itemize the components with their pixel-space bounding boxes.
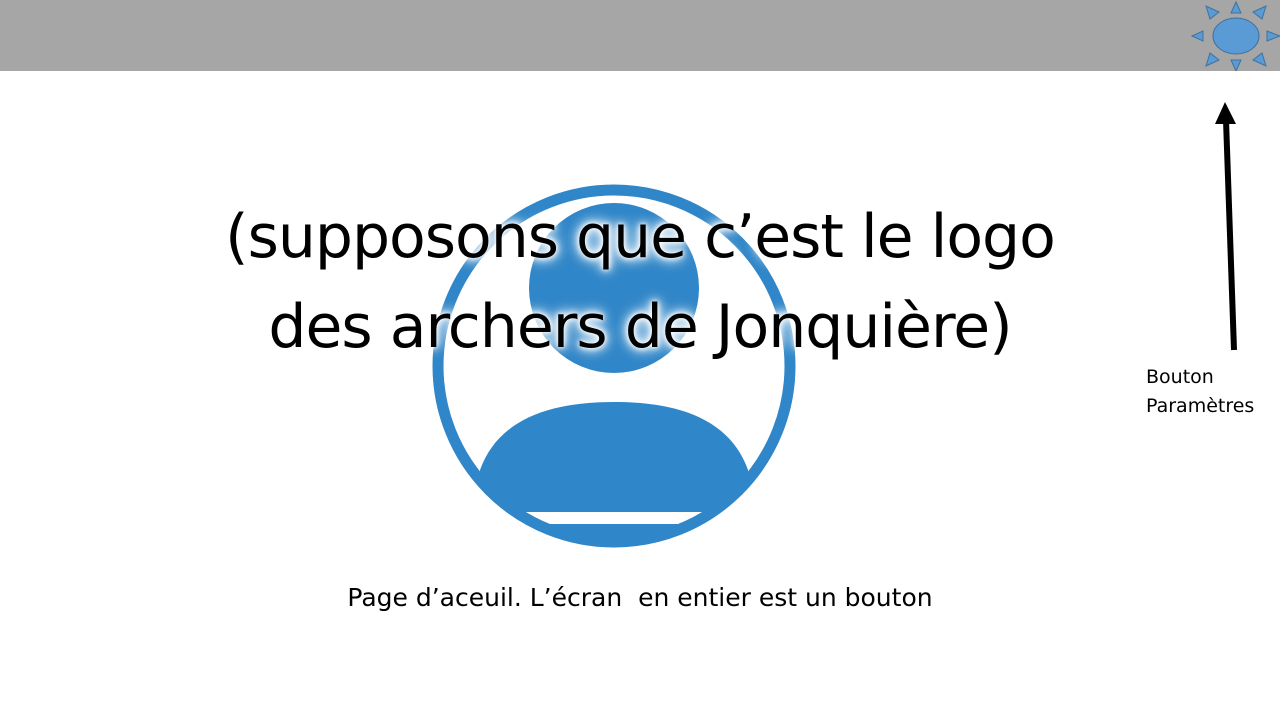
sun-icon (1190, 0, 1280, 71)
settings-label-line-2: Paramètres (1146, 395, 1255, 417)
arrow-up-icon (1215, 102, 1237, 351)
home-screen-button[interactable]: (supposons que c’est le logo des archers… (0, 0, 1280, 720)
settings-annotation-label: Bouton Paramètres (1146, 363, 1276, 421)
title-line-2: des archers de Jonquière) (268, 292, 1012, 362)
title-line-1: (supposons que c’est le logo (225, 202, 1056, 272)
settings-button[interactable] (1190, 0, 1280, 71)
top-bar (0, 0, 1280, 71)
page-title: (supposons que c’est le logo des archers… (140, 192, 1140, 372)
annotation-arrow (1200, 96, 1250, 360)
settings-label-line-1: Bouton (1146, 366, 1214, 388)
page-caption: Page d’aceuil. L’écran en entier est un … (347, 583, 933, 612)
